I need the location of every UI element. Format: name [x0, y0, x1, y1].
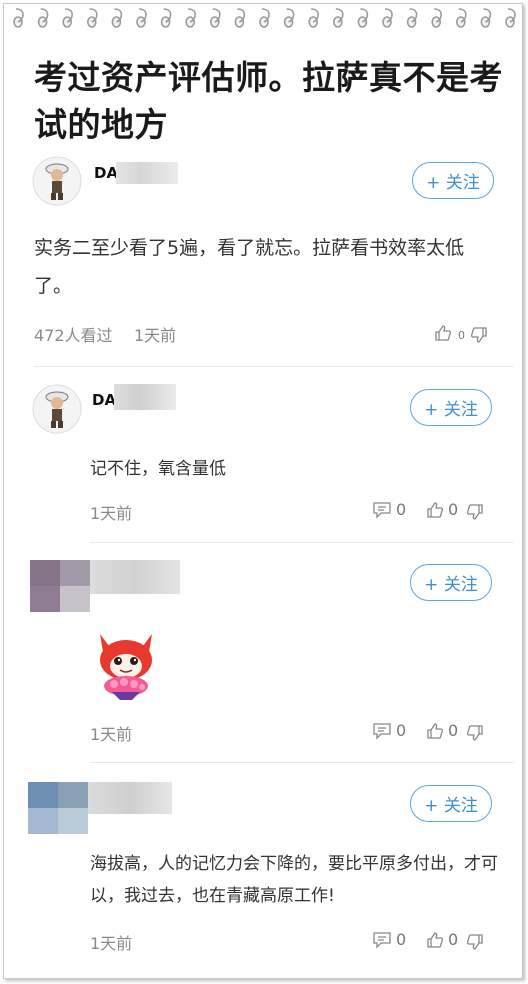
spiral-binding-icon: [13, 8, 516, 28]
comment-user-name[interactable]: DA: [92, 391, 116, 409]
comment-text: 记不住，氧含量低: [90, 459, 226, 479]
avatar[interactable]: [32, 384, 82, 434]
author-name[interactable]: DA: [94, 164, 118, 182]
like-icon[interactable]: [426, 722, 444, 740]
emoji-sticker-icon: [100, 634, 152, 700]
post-body: 实务二至少看了5遍，看了就忘。拉萨看书效率太低了。: [34, 237, 465, 297]
divider: [34, 366, 514, 367]
follow-button[interactable]: + 关注: [410, 564, 492, 601]
follow-button[interactable]: + 关注: [410, 785, 492, 822]
reply-count: 0: [396, 721, 407, 740]
page-title: 考过资产评估师。拉萨真不是考试的地方: [34, 58, 503, 144]
like-icon[interactable]: [426, 931, 444, 949]
reply-count: 0: [396, 930, 407, 949]
author-name-blurred: [116, 162, 178, 184]
like-icon[interactable]: [434, 324, 452, 342]
reply-count: 0: [396, 500, 407, 519]
page-frame: 考过资产评估师。拉萨真不是考试的地方 DA + 关注 实务二至少看了5遍，看了就…: [3, 3, 523, 979]
comment-text: 海拔高，人的记忆力会下降的，要比平原多付出，才可以，我过去，也在青藏高原工作!: [90, 854, 498, 906]
comment-time: 1天前: [90, 934, 133, 953]
follow-button[interactable]: + 关注: [410, 389, 492, 426]
comment-user-name-blurred: [90, 560, 180, 594]
post-time: 1天前: [134, 326, 177, 345]
dislike-icon[interactable]: [466, 503, 484, 521]
dislike-icon[interactable]: [466, 724, 484, 742]
view-count: 472人看过: [34, 326, 113, 345]
comment-user-name-blurred: [88, 782, 172, 814]
like-count: 0: [458, 329, 465, 342]
comment-icon[interactable]: [372, 722, 392, 740]
like-count: 0: [448, 500, 459, 519]
comment-time: 1天前: [90, 504, 133, 523]
like-count: 0: [448, 930, 459, 949]
dislike-icon[interactable]: [466, 933, 484, 951]
avatar[interactable]: [28, 782, 88, 834]
dislike-icon[interactable]: [470, 326, 488, 344]
avatar[interactable]: [30, 560, 90, 612]
comment-user-name-blurred: [114, 384, 176, 410]
follow-button[interactable]: + 关注: [412, 162, 494, 199]
comment-icon[interactable]: [372, 931, 392, 949]
comment-icon[interactable]: [372, 501, 392, 519]
divider: [90, 542, 514, 543]
like-icon[interactable]: [426, 501, 444, 519]
comment-time: 1天前: [90, 725, 133, 744]
divider: [90, 762, 514, 763]
avatar[interactable]: [32, 156, 82, 206]
like-count: 0: [448, 721, 459, 740]
